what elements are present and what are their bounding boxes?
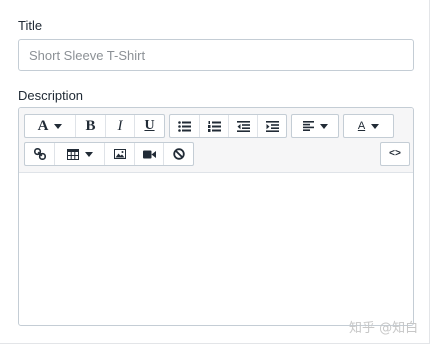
italic-button[interactable]: I <box>106 115 135 137</box>
chevron-down-icon <box>371 123 380 129</box>
image-icon <box>113 149 126 159</box>
font-icon: A <box>37 117 49 134</box>
clear-formatting-icon <box>172 148 185 160</box>
title-label: Title <box>18 18 43 33</box>
chevron-down-icon <box>319 123 328 129</box>
source-group: <> <box>380 142 410 166</box>
underline-icon: U <box>144 118 155 133</box>
link-icon <box>33 148 46 160</box>
description-label: Description <box>18 88 84 103</box>
align-left-icon <box>302 121 314 131</box>
video-icon <box>142 150 156 158</box>
bold-button[interactable]: B <box>76 115 106 137</box>
numbered-list-icon <box>207 120 221 132</box>
numbered-list-button[interactable] <box>200 115 229 137</box>
editor-content-area[interactable] <box>19 173 413 325</box>
chevron-down-icon <box>84 151 93 157</box>
title-input[interactable] <box>18 39 414 71</box>
italic-icon: I <box>117 117 123 134</box>
insert-group <box>24 142 194 166</box>
clear-formatting-button[interactable] <box>164 143 193 165</box>
image-button[interactable] <box>105 143 135 165</box>
link-button[interactable] <box>25 143 55 165</box>
indent-button[interactable] <box>258 115 286 137</box>
indent-icon <box>265 120 279 132</box>
code-view-button[interactable]: <> <box>381 143 409 165</box>
font-style-dropdown[interactable]: A <box>25 115 76 137</box>
video-button[interactable] <box>135 143 164 165</box>
font-color-icon: A <box>357 120 366 132</box>
outdent-icon <box>236 120 250 132</box>
table-icon <box>66 148 79 160</box>
table-dropdown[interactable] <box>55 143 105 165</box>
align-group <box>291 114 339 138</box>
underline-button[interactable]: U <box>135 115 164 137</box>
list-group <box>169 114 287 138</box>
bullet-list-button[interactable] <box>170 115 200 137</box>
bullet-list-icon <box>178 120 191 132</box>
outdent-button[interactable] <box>229 115 258 137</box>
font-color-dropdown[interactable]: A <box>344 115 393 137</box>
description-editor: A B I U A <> <box>18 107 414 326</box>
code-view-icon: <> <box>388 148 401 160</box>
text-style-group: A B I U <box>24 114 165 138</box>
watermark-text: 知乎 @知白 <box>349 321 419 336</box>
bold-icon: B <box>85 117 96 134</box>
align-dropdown[interactable] <box>292 115 338 137</box>
editor-toolbar: A B I U A <> <box>19 108 413 173</box>
chevron-down-icon <box>54 123 63 129</box>
font-color-group: A <box>343 114 394 138</box>
